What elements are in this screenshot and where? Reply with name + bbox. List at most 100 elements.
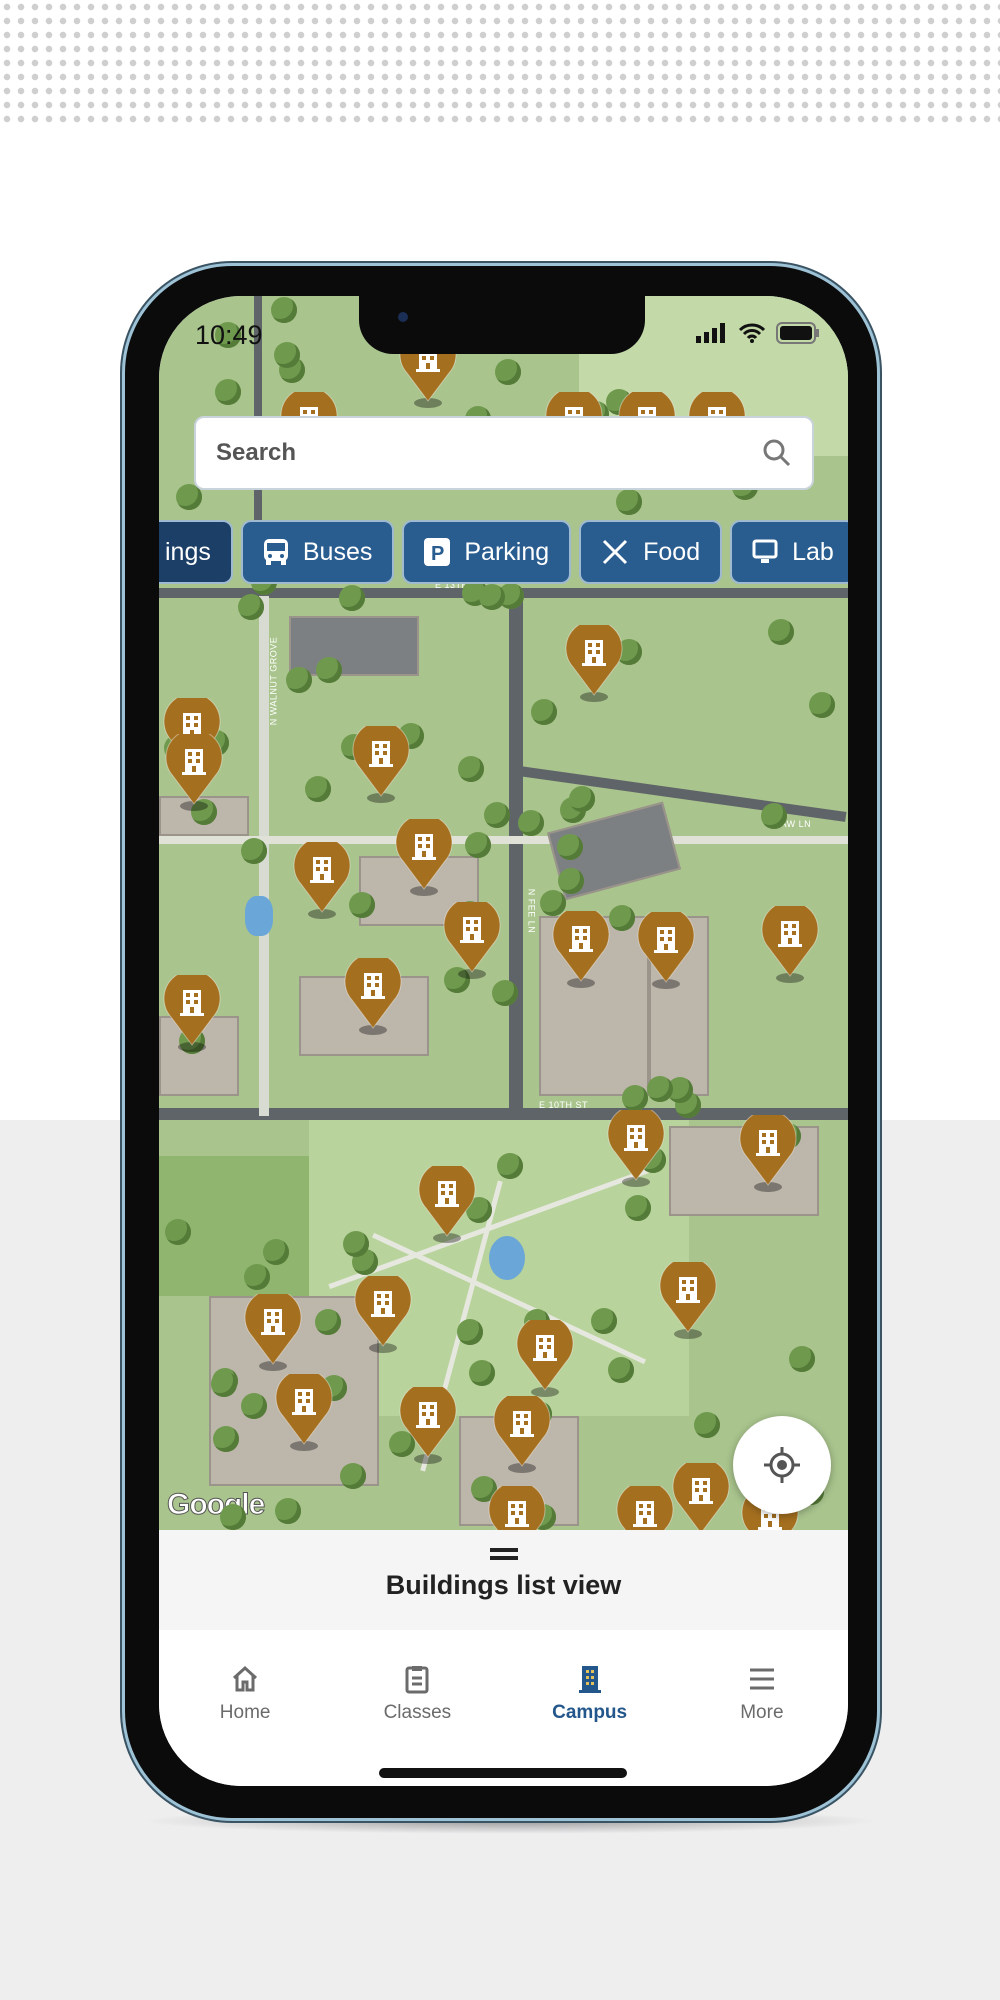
building-pin[interactable] [163,969,221,1052]
building-pin[interactable] [493,1390,551,1473]
tree [494,359,521,386]
tree [609,904,636,931]
tree [338,584,365,611]
nav-label: Classes [383,1702,452,1723]
building-pin[interactable] [607,1104,665,1188]
my-location-button[interactable] [733,1416,831,1514]
tree [789,1345,816,1372]
building-pin[interactable] [761,900,819,983]
tree [219,1504,246,1530]
building-pin[interactable] [352,721,410,804]
search-input[interactable]: Search [194,416,814,490]
building-icon [165,728,223,811]
chip-food[interactable]: Food [579,520,723,584]
building-icon [516,1315,574,1398]
nav-campus[interactable]: Campus [504,1630,676,1786]
building-pin[interactable] [616,1481,674,1530]
battery-icon [776,322,819,344]
parking-icon: P [424,538,451,566]
building-pin[interactable] [395,814,453,897]
building-icon [275,1369,333,1452]
drag-handle[interactable] [489,1548,518,1560]
notch [359,296,645,354]
building-icon [565,620,623,703]
chip-buildings[interactable]: ings [159,520,233,584]
nav-home[interactable]: Home [159,1630,331,1786]
building-icon [443,897,501,980]
street-label: E 10TH ST [539,1100,589,1110]
chip-label: Buses [302,537,373,566]
tree [270,297,297,324]
street-label: N FEE LN [526,888,537,934]
tree [646,1075,673,1102]
building-icon [672,1458,730,1530]
building-icon [244,1288,302,1371]
tree [465,831,492,858]
home-icon [233,1665,258,1692]
building-icon [616,1481,674,1530]
building-pin[interactable] [344,953,402,1036]
building-icon [352,721,410,804]
bottom-sheet[interactable]: Buildings list view [159,1530,848,1630]
tree [213,1426,240,1453]
building-pin[interactable] [739,1110,797,1193]
street-label: N WALNUT GROVE [268,636,279,726]
building-icon [637,907,695,990]
chip-label: ings [165,537,211,566]
category-chips: ings Buses P Parking Food Lab [159,520,848,584]
tree [273,341,300,368]
building-pin[interactable] [354,1270,412,1353]
tree [530,699,557,726]
tree [479,583,506,610]
building-icon [493,1390,551,1473]
google-logo: Google [166,1488,265,1522]
camera [398,312,408,322]
building-pin[interactable] [659,1256,717,1339]
building-icon [607,1104,665,1188]
nav-more[interactable]: More [676,1630,848,1786]
building-icon [354,1270,412,1353]
chip-label: Lab [792,537,834,566]
chip-parking[interactable]: P Parking [402,520,572,584]
building-icon [578,1666,601,1693]
building-pin[interactable] [418,1161,476,1244]
building-icon [739,1110,797,1193]
tree [615,488,642,515]
building-icon [344,953,402,1036]
tree [244,1263,271,1290]
building-pin[interactable] [637,907,695,990]
building-pin[interactable] [565,620,623,703]
chip-labs[interactable]: Lab [730,520,848,584]
building-icon [761,900,819,983]
building-pin[interactable] [672,1458,730,1530]
bottom-nav: Home Classes Campus More [159,1630,848,1786]
building-pin[interactable] [165,728,223,811]
tree [590,1307,617,1334]
building-pin[interactable] [516,1315,574,1398]
chip-label: Food [643,537,701,566]
building-pin[interactable] [552,906,610,989]
monitor-icon [752,539,778,563]
tree [164,1218,191,1245]
utensils-icon [603,539,628,565]
tree [349,891,376,918]
tree [457,756,484,783]
bus-icon [263,539,288,565]
signal-icon [696,323,725,343]
building-pin[interactable] [293,837,351,920]
tree [484,801,511,828]
building-pin[interactable] [244,1288,302,1371]
building-pin[interactable] [275,1369,333,1452]
tree [305,776,332,803]
tree [241,837,268,864]
search-icon[interactable] [762,438,792,468]
building-pin[interactable] [399,1381,457,1464]
building-pin[interactable] [488,1481,546,1530]
building-pin[interactable] [443,897,501,980]
chip-buses[interactable]: Buses [240,520,395,584]
tree [768,618,795,645]
nav-label: Home [219,1702,271,1723]
status-icons [696,322,820,344]
nav-label: More [740,1702,784,1723]
nav-classes[interactable]: Classes [331,1630,503,1786]
